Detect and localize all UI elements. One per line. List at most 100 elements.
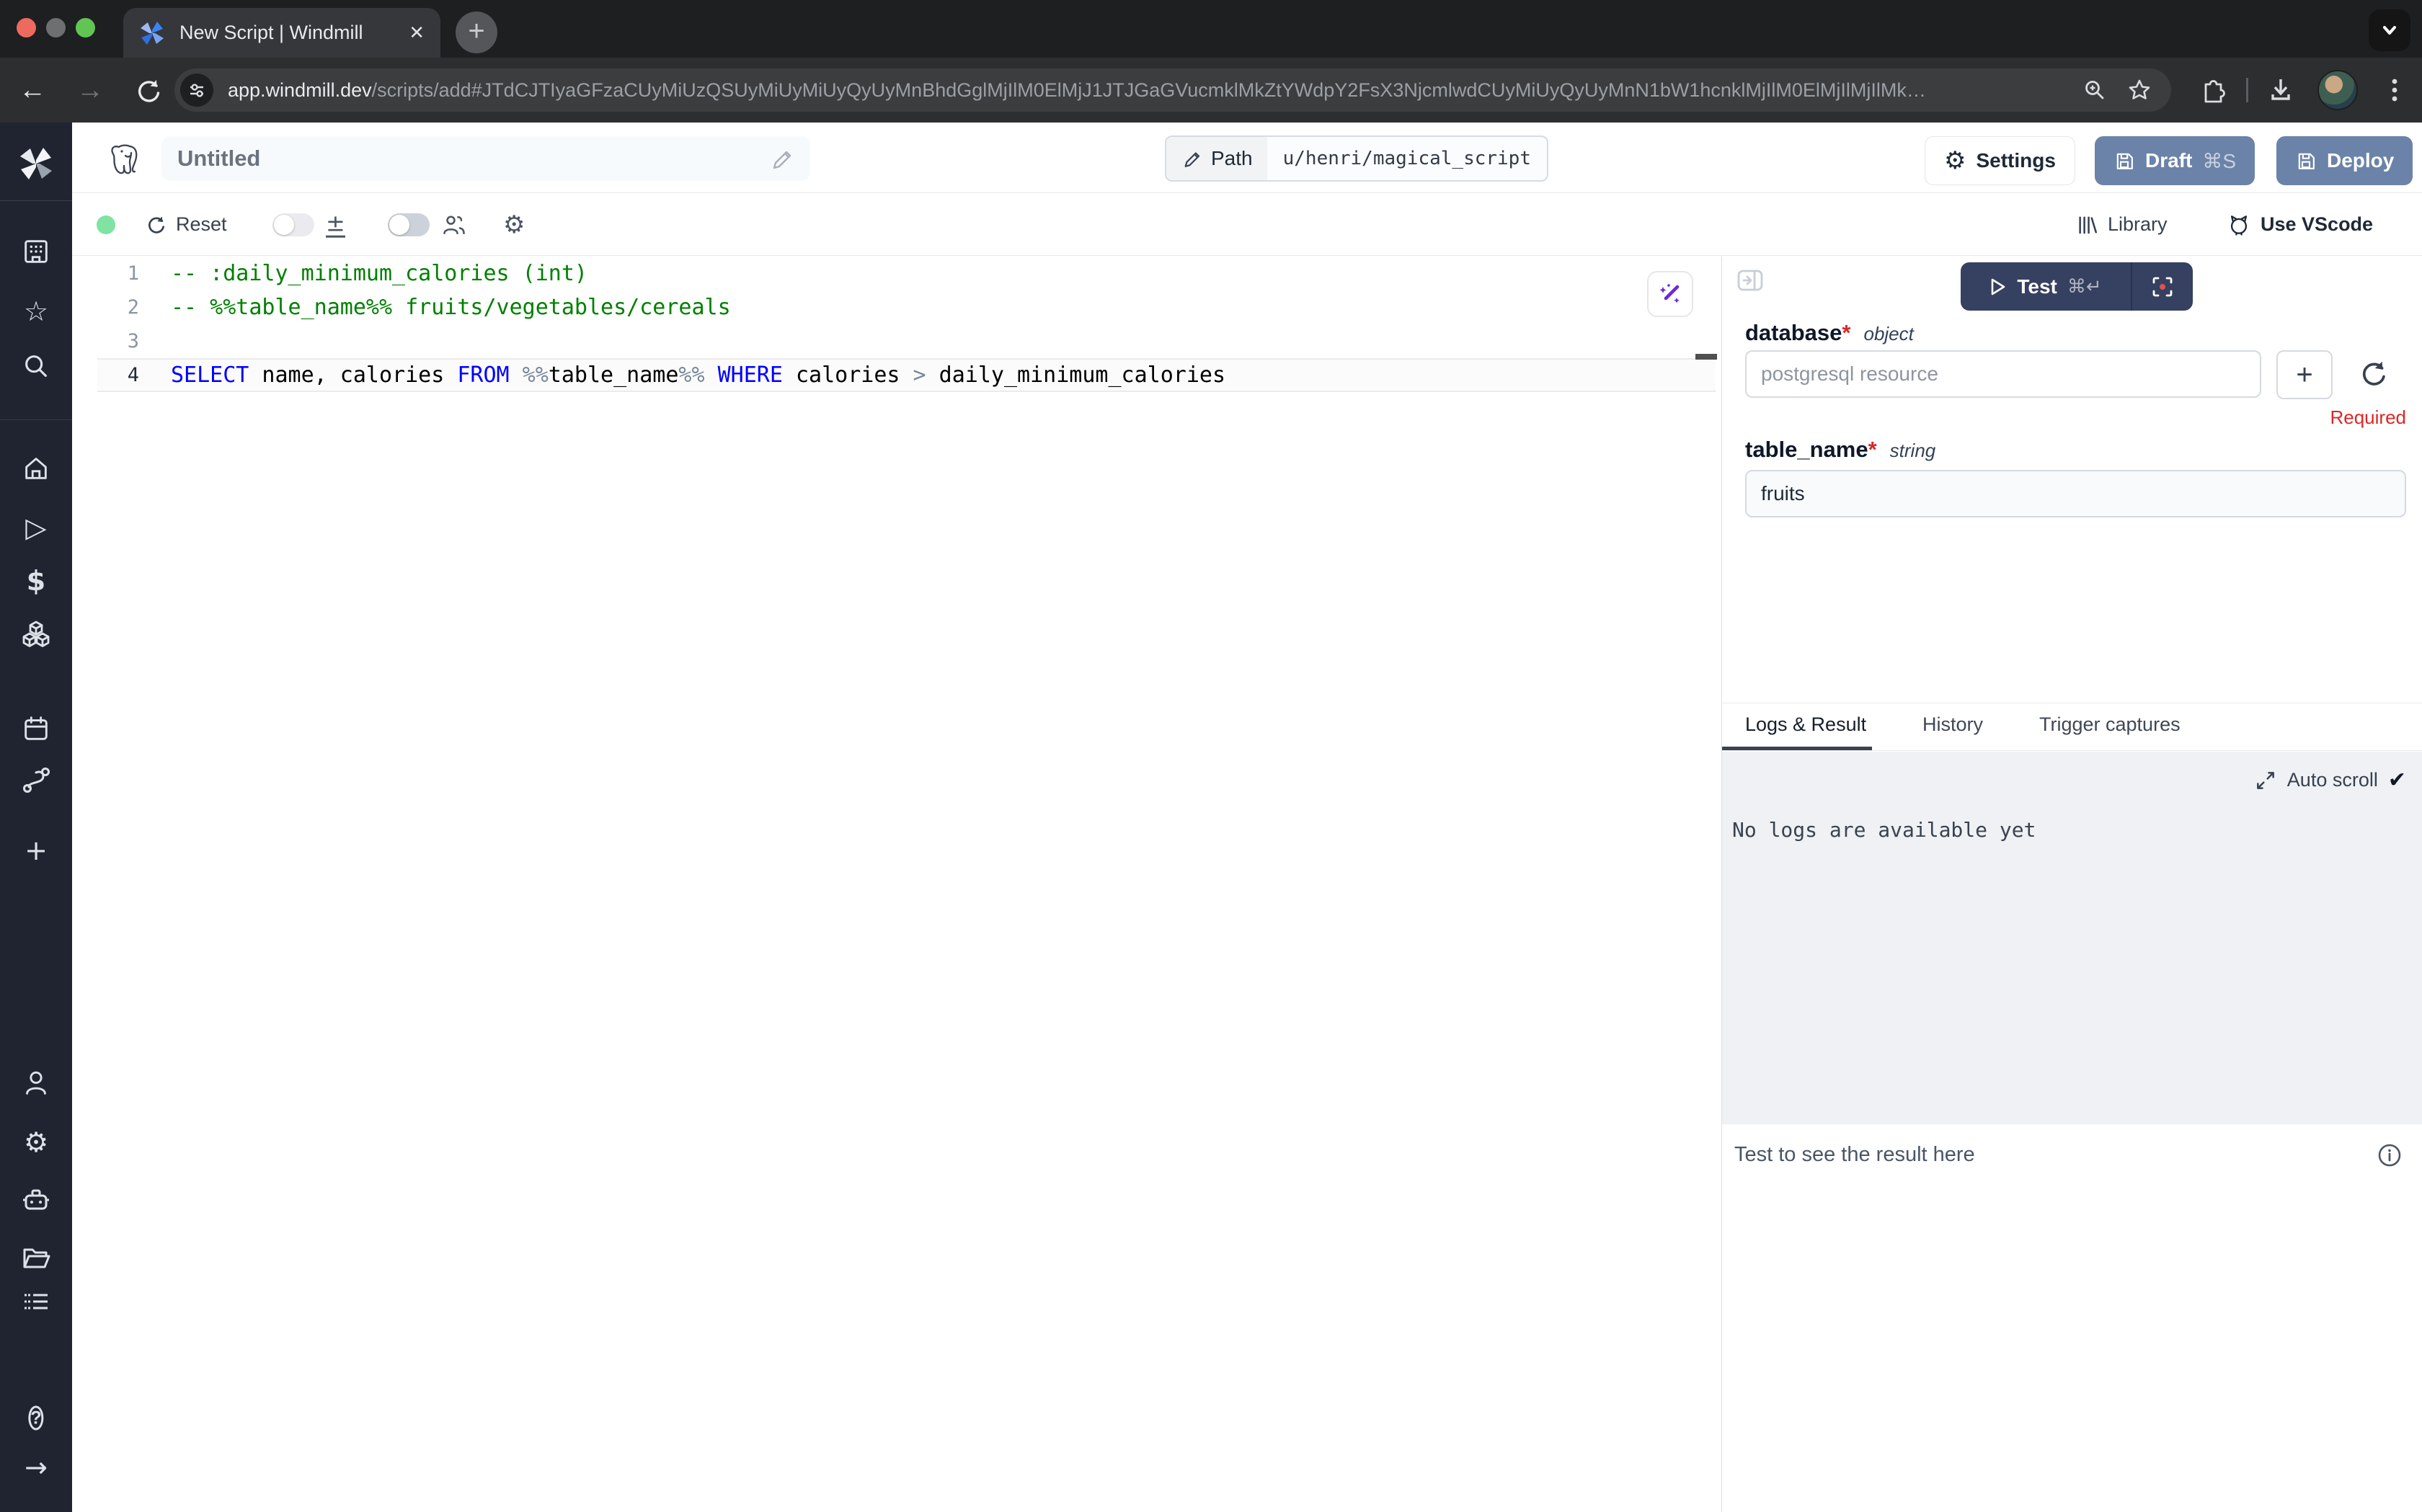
screen: New Script | Windmill ✕ + ← → app.windmi… xyxy=(0,0,2422,1512)
test-button-group: Test ⌘↵ xyxy=(1961,262,2193,311)
library-label: Library xyxy=(2108,213,2168,236)
draft-shortcut: ⌘S xyxy=(2202,149,2236,173)
traffic-light-close[interactable] xyxy=(17,18,36,37)
runs-play-icon[interactable]: ▷ xyxy=(25,514,46,541)
sidebar-expand-arrow-icon[interactable]: → xyxy=(25,1454,48,1481)
collab-toggle[interactable] xyxy=(388,213,430,236)
editor-settings-gear-icon[interactable]: ⚙ xyxy=(503,210,525,239)
draft-button[interactable]: Draft ⌘S xyxy=(2095,136,2255,185)
result-panel: Test to see the result here xyxy=(1722,1124,2422,1512)
user-icon[interactable] xyxy=(21,1067,51,1098)
extensions-puzzle-icon[interactable] xyxy=(2197,74,2227,104)
settings-button[interactable]: ⚙ Settings xyxy=(1925,136,2075,185)
browser-tabstrip: New Script | Windmill ✕ + xyxy=(0,0,2422,58)
line-number: 1 xyxy=(72,262,171,285)
tab-logs-result[interactable]: Logs & Result xyxy=(1745,713,1866,736)
path-label: Path xyxy=(1211,147,1253,170)
checkmark-icon: ✔ xyxy=(2388,768,2406,793)
settings-label: Settings xyxy=(1976,149,2055,172)
workspace-building-icon[interactable] xyxy=(21,236,51,267)
database-resource-input[interactable] xyxy=(1745,350,2261,398)
url-bar[interactable]: app.windmill.dev/scripts/add#JTdCJTIyaGF… xyxy=(174,68,2171,112)
info-icon[interactable] xyxy=(2376,1142,2403,1169)
home-icon[interactable] xyxy=(21,453,51,483)
ai-assistant-button[interactable] xyxy=(1647,271,1693,317)
variables-dollar-icon[interactable]: $ xyxy=(27,567,45,595)
table-name-input[interactable] xyxy=(1745,470,2406,517)
path-button[interactable]: Path u/henri/magical_script xyxy=(1165,135,1548,182)
deploy-button[interactable]: Deploy xyxy=(2276,136,2413,185)
diff-mode-toggle[interactable] xyxy=(272,213,314,236)
sidebar-divider xyxy=(0,200,72,201)
field-name: table_name xyxy=(1745,437,1868,462)
line-number: 3 xyxy=(72,330,171,352)
add-resource-button[interactable]: + xyxy=(2276,350,2333,399)
profile-avatar[interactable] xyxy=(2317,70,2358,110)
refresh-resources-icon[interactable] xyxy=(2356,357,2390,391)
resources-cubes-icon[interactable] xyxy=(20,618,52,649)
audit-list-icon[interactable] xyxy=(20,1286,52,1317)
code-line[interactable]: 4SELECT name, calories FROM %%table_name… xyxy=(72,358,1721,392)
tab-trigger-captures[interactable]: Trigger captures xyxy=(2039,713,2181,736)
windmill-logo-icon[interactable] xyxy=(17,145,55,182)
tab-history[interactable]: History xyxy=(1922,713,1983,736)
app-sidebar: ☆ ▷ $ + ⚙ xyxy=(0,123,72,1512)
search-icon[interactable] xyxy=(21,351,51,381)
path-value: u/henri/magical_script xyxy=(1267,137,1547,180)
test-button[interactable]: Test ⌘↵ xyxy=(1961,262,2131,311)
logs-panel: Auto scroll ✔ No logs are available yet xyxy=(1722,752,2422,1124)
routes-icon[interactable] xyxy=(20,764,52,796)
required-asterisk: * xyxy=(1842,320,1850,345)
tab-search-button[interactable] xyxy=(2369,9,2410,51)
traffic-light-zoom[interactable] xyxy=(76,18,95,37)
use-vscode-label: Use VScode xyxy=(2261,213,2373,236)
run-panel: Test ⌘↵ database* xyxy=(1722,257,2422,1512)
use-vscode-button[interactable]: Use VScode xyxy=(2226,212,2373,238)
field-label-table-name: table_name* string xyxy=(1745,437,1935,463)
zoom-in-icon[interactable] xyxy=(2082,77,2108,103)
panel-collapse-icon[interactable] xyxy=(1736,266,1765,295)
save-floppy-icon xyxy=(2113,150,2135,172)
code-line[interactable]: 2-- %%table_name%% fruits/vegetables/cer… xyxy=(72,290,1721,324)
code-lines[interactable]: 1-- :daily_minimum_calories (int)2-- %%t… xyxy=(72,257,1721,392)
edit-pencil-icon[interactable] xyxy=(768,146,794,172)
result-placeholder: Test to see the result here xyxy=(1734,1143,1975,1167)
browser-tab[interactable]: New Script | Windmill ✕ xyxy=(123,8,440,58)
traffic-light-minimize[interactable] xyxy=(46,18,66,37)
site-info-tune-icon[interactable] xyxy=(180,74,213,107)
field-type: object xyxy=(1863,323,1913,345)
url-text[interactable]: app.windmill.dev/scripts/add#JTdCJTIyaGF… xyxy=(228,79,2082,102)
auto-scroll-control[interactable]: Auto scroll ✔ xyxy=(2254,768,2406,793)
add-plus-icon[interactable]: + xyxy=(25,837,48,864)
capture-test-button[interactable] xyxy=(2132,262,2193,311)
browser-toolbar: ← → app.windmill.dev/scripts/add#JTdCJTI… xyxy=(0,58,2422,123)
schedules-calendar-icon[interactable] xyxy=(21,713,51,744)
reset-button[interactable]: Reset xyxy=(144,213,227,236)
script-title-input[interactable]: Untitled xyxy=(161,136,810,181)
code-line[interactable]: 3 xyxy=(72,324,1721,358)
download-icon[interactable] xyxy=(2265,74,2297,106)
help-icon[interactable]: ? xyxy=(28,1407,43,1431)
url-path: /scripts/add#JTdCJTIyaGFzaCUyMiUzQSUyMiU… xyxy=(372,79,1926,101)
tab-close-icon[interactable]: ✕ xyxy=(409,22,425,44)
back-arrow-icon[interactable]: ← xyxy=(19,75,46,106)
folders-icon[interactable] xyxy=(20,1241,52,1273)
forward-arrow-icon[interactable]: → xyxy=(76,75,104,106)
required-asterisk: * xyxy=(1868,437,1877,462)
bookmark-star-icon[interactable] xyxy=(2126,77,2152,103)
settings-gear-icon[interactable]: ⚙ xyxy=(24,1129,48,1156)
github-cat-icon xyxy=(2226,212,2252,238)
library-button[interactable]: Library xyxy=(2075,213,2168,237)
menu-dots-icon[interactable] xyxy=(2380,74,2409,106)
test-shortcut: ⌘↵ xyxy=(2067,275,2102,298)
active-tab-underline xyxy=(1722,747,1872,750)
windmill-favicon-icon xyxy=(139,20,165,46)
sidebar-divider xyxy=(0,419,72,420)
new-tab-button[interactable]: + xyxy=(456,12,497,53)
test-label: Test xyxy=(2017,275,2057,298)
code-line[interactable]: 1-- :daily_minimum_calories (int) xyxy=(72,257,1721,290)
code-editor[interactable]: 1-- :daily_minimum_calories (int)2-- %%t… xyxy=(72,257,1721,1512)
reload-icon[interactable] xyxy=(134,76,163,104)
workers-robot-icon[interactable] xyxy=(20,1184,52,1216)
favorites-star-icon[interactable]: ☆ xyxy=(24,298,48,325)
